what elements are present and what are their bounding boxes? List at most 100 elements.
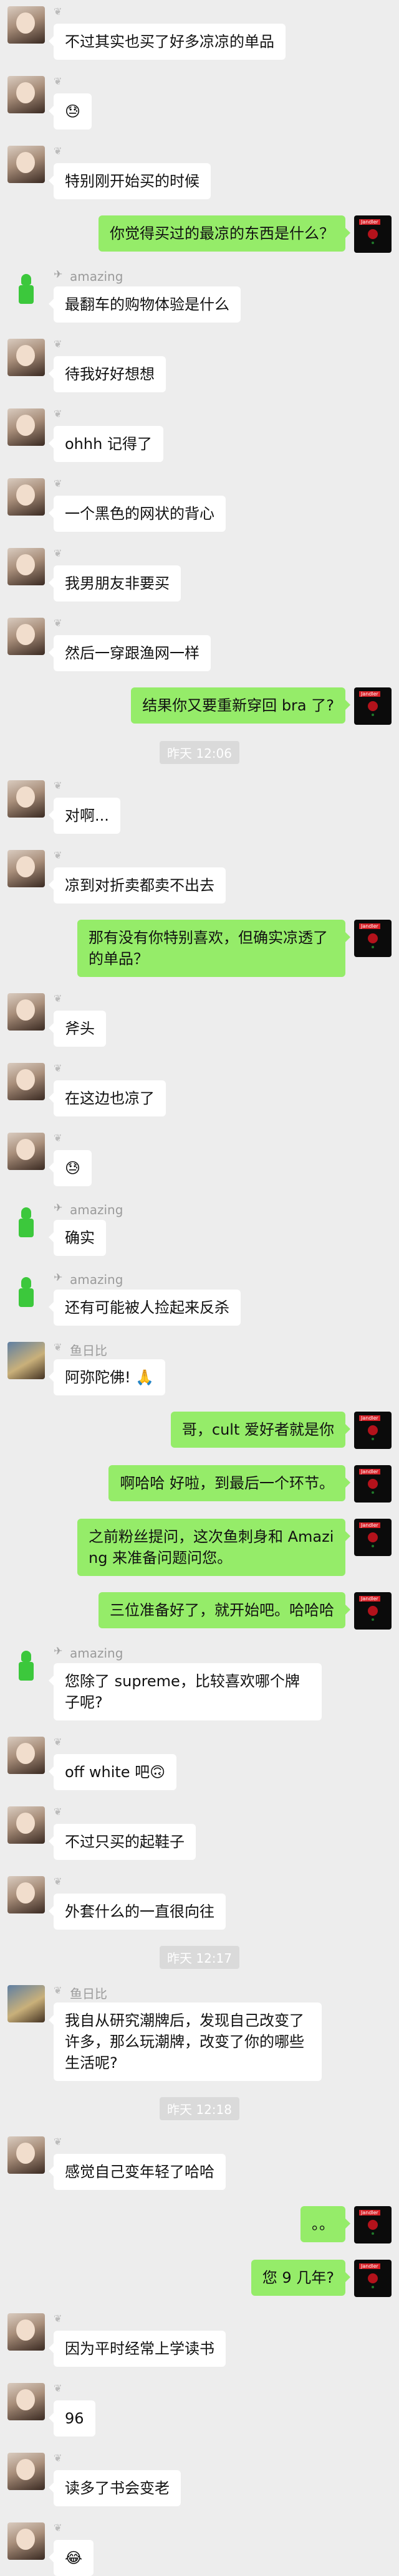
avatar[interactable] <box>7 146 45 183</box>
avatar[interactable] <box>7 1646 45 1683</box>
avatar[interactable] <box>354 1412 392 1449</box>
avatar[interactable] <box>354 1592 392 1630</box>
received-message-bubble[interactable]: 😓 <box>48 93 92 130</box>
wreath-icon <box>54 1875 67 1888</box>
avatar[interactable] <box>7 269 45 306</box>
received-message-bubble[interactable]: 阿弥陀佛! 🙏 <box>48 1359 166 1395</box>
received-message-bubble[interactable]: 确实 <box>49 1220 106 1256</box>
avatar[interactable] <box>7 1737 45 1774</box>
received-message-bubble[interactable]: 还有可能被人捡起来反杀 <box>49 1290 241 1326</box>
avatar[interactable] <box>7 76 45 113</box>
message-column: 哥，cult 爱好者就是你 <box>170 1412 351 1448</box>
received-message-bubble[interactable]: 因为平时经常上学读书 <box>49 2331 226 2367</box>
avatar[interactable] <box>7 850 45 887</box>
plane-icon <box>54 1645 67 1658</box>
received-message-bubble[interactable]: 我自从研究潮牌后，发现自己改变了许多，那么玩潮牌，改变了你的哪些生活呢? <box>49 2003 322 2081</box>
received-message-bubble[interactable]: 感觉自己变年轻了哈哈 <box>49 2154 226 2190</box>
received-message-bubble[interactable]: 96 <box>49 2400 95 2437</box>
received-message-bubble[interactable]: 特别刚开始买的时候 <box>49 163 211 199</box>
message-column: 三位准备好了，就开始吧。哈哈哈 <box>99 1592 350 1628</box>
avatar[interactable] <box>7 1133 45 1170</box>
avatar[interactable] <box>354 920 392 957</box>
received-message-bubble[interactable]: 读多了书会变老 <box>49 2470 181 2506</box>
avatar[interactable] <box>7 2136 45 2174</box>
received-message-bubble[interactable]: 一个黑色的网状的背心 <box>49 496 226 532</box>
message-row: 不过只买的起鞋子 <box>0 1806 399 1860</box>
avatar[interactable] <box>354 2206 392 2243</box>
avatar[interactable] <box>7 1876 45 1913</box>
avatar[interactable] <box>354 687 392 725</box>
message-column: 😓 <box>48 75 92 130</box>
received-message-bubble[interactable]: 您除了 supreme，比较喜欢哪个牌子呢? <box>49 1663 322 1720</box>
received-message-bubble[interactable]: 斧头 <box>49 1011 106 1047</box>
message-column: 您 9 几年? <box>251 2260 351 2296</box>
sender-line <box>54 2136 70 2151</box>
avatar[interactable] <box>7 780 45 818</box>
avatar[interactable] <box>7 478 45 516</box>
timestamp-row: 昨天 12:17 <box>0 1946 399 1969</box>
message-column: 我男朋友非要买 <box>49 547 181 602</box>
avatar[interactable] <box>7 1342 45 1379</box>
avatar[interactable] <box>354 215 392 253</box>
received-message-bubble[interactable]: 然后一穿跟渔网一样 <box>49 635 211 671</box>
avatar[interactable] <box>7 1985 45 2022</box>
message-row: amazing 您除了 supreme，比较喜欢哪个牌子呢? <box>0 1645 399 1720</box>
avatar[interactable] <box>7 6 45 44</box>
message-column: 那有没有你特别喜欢，但确实凉透了的单品？ <box>77 920 350 977</box>
avatar[interactable] <box>354 1519 392 1556</box>
message-column: 然后一穿跟渔网一样 <box>49 617 211 671</box>
avatar[interactable] <box>7 1806 45 1844</box>
avatar[interactable] <box>7 2453 45 2490</box>
avatar[interactable] <box>354 1465 392 1503</box>
sent-message-bubble[interactable]: 你觉得买过的最凉的东西是什么？ <box>99 215 350 252</box>
sent-message-bubble[interactable]: 您 9 几年? <box>251 2260 351 2296</box>
message-column: 斧头 <box>49 993 106 1047</box>
avatar[interactable] <box>7 1272 45 1309</box>
received-message-bubble[interactable]: 对啊... <box>49 798 120 834</box>
avatar[interactable] <box>7 2522 45 2560</box>
sent-message-bubble[interactable]: 。。 <box>300 2206 350 2242</box>
avatar[interactable] <box>7 1202 45 1240</box>
wreath-icon <box>54 1984 67 1997</box>
message-column: amazing 最翻车的购物体验是什么 <box>49 268 241 323</box>
message-column: 凉到对折卖都卖不出去 <box>49 849 226 903</box>
sender-line <box>54 617 70 633</box>
message-column: 你觉得买过的最凉的东西是什么？ <box>99 215 350 252</box>
received-message-bubble[interactable]: 😂 <box>48 2540 94 2576</box>
received-message-bubble[interactable]: 😓 <box>48 1150 92 1186</box>
received-message-bubble[interactable]: ohhh 记得了 <box>49 426 163 462</box>
wreath-icon <box>54 2522 67 2534</box>
avatar[interactable] <box>7 408 45 446</box>
avatar[interactable] <box>354 2260 392 2297</box>
message-row: 😓 <box>0 75 399 130</box>
wreath-icon <box>54 1062 67 1075</box>
avatar[interactable] <box>7 548 45 585</box>
wreath-icon <box>54 1806 67 1818</box>
received-message-bubble[interactable]: 最翻车的购物体验是什么 <box>49 286 241 323</box>
sent-message-bubble[interactable]: 哥，cult 爱好者就是你 <box>170 1412 351 1448</box>
sent-message-bubble[interactable]: 啊哈哈 好啦，到最后一个环节。 <box>108 1465 350 1501</box>
sent-message-bubble[interactable]: 那有没有你特别喜欢，但确实凉透了的单品？ <box>77 920 350 977</box>
received-message-bubble[interactable]: 外套什么的一直很向往 <box>49 1894 226 1930</box>
received-message-bubble[interactable]: 待我好好想想 <box>49 356 166 392</box>
avatar[interactable] <box>7 618 45 655</box>
sent-message-bubble[interactable]: 之前粉丝提问，这次鱼刺身和 Amazing 来准备问题问您。 <box>77 1519 350 1576</box>
wreath-icon <box>54 547 67 560</box>
received-message-bubble[interactable]: 凉到对折卖都卖不出去 <box>49 867 226 903</box>
sent-message-bubble[interactable]: 结果你又要重新穿回 bra 了? <box>131 687 350 724</box>
avatar[interactable] <box>7 1063 45 1100</box>
avatar[interactable] <box>7 339 45 376</box>
received-message-bubble[interactable]: 在这边也凉了 <box>49 1080 166 1116</box>
avatar[interactable] <box>7 993 45 1031</box>
received-message-bubble[interactable]: off white 吧🙃 <box>48 1754 177 1790</box>
message-column: 在这边也凉了 <box>49 1062 166 1116</box>
received-message-bubble[interactable]: 不过只买的起鞋子 <box>49 1824 196 1860</box>
received-message-bubble[interactable]: 不过其实也买了好多凉凉的单品 <box>49 24 286 60</box>
sent-message-bubble[interactable]: 三位准备好了，就开始吧。哈哈哈 <box>99 1592 350 1628</box>
received-message-bubble[interactable]: 我男朋友非要买 <box>49 565 181 602</box>
sender-line: amazing <box>54 1645 123 1661</box>
avatar[interactable] <box>7 2313 45 2351</box>
avatar[interactable] <box>7 2383 45 2420</box>
wreath-icon <box>54 849 67 862</box>
message-row: 对啊... <box>0 780 399 834</box>
